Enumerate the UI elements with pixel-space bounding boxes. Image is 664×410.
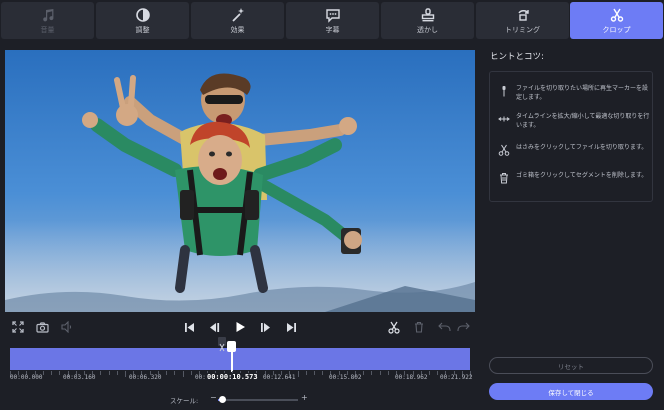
volume-button[interactable] — [60, 320, 74, 334]
play-button[interactable] — [233, 320, 247, 334]
ruler-tick — [437, 371, 439, 375]
video-preview — [5, 50, 475, 312]
trash-icon — [415, 321, 423, 333]
ruler-tick — [371, 371, 373, 375]
next-frame-button[interactable] — [258, 320, 272, 334]
redo-button[interactable] — [456, 320, 470, 334]
tab-label: 調整 — [135, 26, 150, 34]
fullscreen-icon — [12, 321, 24, 333]
music-note-icon — [42, 9, 53, 22]
zoom-out-button[interactable]: − — [210, 393, 217, 402]
camera-icon — [35, 321, 49, 333]
ruler-tick — [379, 371, 381, 375]
ruler-tick — [182, 371, 184, 377]
previous-frame-button[interactable] — [207, 320, 221, 334]
ruler-tick — [190, 371, 192, 375]
scissors-icon — [219, 343, 225, 352]
tab-label: クロップ — [602, 26, 631, 34]
scissors-icon — [388, 321, 400, 334]
hint-text: タイムラインを拡大/縮小して最適な切り取りを行います。 — [516, 113, 650, 129]
contrast-icon — [135, 8, 150, 22]
snapshot-button[interactable] — [35, 320, 49, 334]
tick-label: 00:06.320 — [129, 374, 162, 381]
fullscreen-button[interactable] — [11, 320, 25, 334]
hint-item: ファイルを切り取りたい場所に再生マーカーを設定します。 — [498, 85, 653, 102]
scale-label: スケール: — [170, 397, 199, 405]
ruler-tick — [313, 371, 315, 375]
hint-text: ファイルを切り取りたい場所に再生マーカーを設定します。 — [516, 85, 649, 101]
hint-item: はさみをクリックしてファイルを切り取ります。 — [498, 144, 653, 156]
ruler-tick — [51, 371, 53, 375]
tab-subtitles[interactable]: 字幕 — [286, 2, 379, 39]
playhead-handle[interactable] — [227, 341, 237, 352]
scissors-icon — [610, 8, 623, 22]
skydivers-photo — [5, 50, 475, 312]
ruler-tick — [297, 371, 299, 377]
tab-watermark[interactable]: 透かし — [381, 2, 474, 39]
tab-label: トリミング — [505, 26, 540, 34]
tick-label: 00:12.641 — [263, 374, 296, 381]
skip-forward-icon — [286, 322, 296, 332]
ruler-tick — [174, 371, 176, 375]
magic-wand-icon — [231, 8, 244, 22]
hints-title: ヒントとコツ: — [490, 52, 544, 62]
expand-arrows-icon — [498, 116, 510, 122]
tab-label: 字幕 — [325, 26, 340, 34]
ruler-tick — [108, 371, 110, 375]
trash-icon — [500, 173, 508, 184]
tick-label: 00:03.160 — [63, 374, 96, 381]
skip-back-icon — [184, 322, 194, 332]
frame-back-icon — [209, 322, 219, 332]
scale-slider[interactable] — [218, 399, 298, 401]
ruler-tick — [59, 371, 61, 375]
ruler-tick — [125, 371, 126, 377]
scissors-icon — [498, 144, 510, 156]
crop-rotate-icon — [517, 10, 529, 21]
hint-item: タイムラインを拡大/縮小して最適な切り取りを行います。 — [498, 113, 653, 130]
redo-icon — [456, 322, 470, 331]
ruler-tick — [322, 371, 324, 375]
tab-volume[interactable]: 音量 — [1, 2, 94, 39]
undo-button[interactable] — [437, 320, 451, 334]
ruler-tick — [305, 371, 307, 375]
ruler-tick — [387, 371, 389, 375]
tick-label: 00:00.000 — [10, 374, 43, 381]
tab-effects[interactable]: 効果 — [191, 2, 284, 39]
hint-item: ゴミ箱をクリックしてセグメントを削除します。 — [498, 172, 653, 184]
tab-trim[interactable]: トリミング — [476, 2, 569, 39]
cut-button[interactable] — [387, 320, 401, 334]
pin-icon — [502, 86, 506, 97]
cut-marker[interactable] — [218, 337, 226, 352]
ruler-tick — [363, 371, 365, 375]
ruler-tick — [428, 371, 430, 375]
timeline-track[interactable] — [10, 348, 470, 370]
tick-label: 00:15.802 — [329, 374, 362, 381]
tab-label: 音量 — [40, 26, 55, 34]
save-and-close-button[interactable]: 保存して閉じる — [489, 383, 653, 400]
toolbar: 音量 調整 効果 字幕 透かし トリミング クロップ — [0, 0, 664, 42]
hint-text: ゴミ箱をクリックしてセグメントを削除します。 — [516, 172, 648, 179]
tab-label: 透かし — [417, 26, 438, 34]
ruler-tick — [100, 371, 102, 375]
frame-forward-icon — [260, 322, 270, 332]
delete-button[interactable] — [412, 320, 426, 334]
current-time: 00:00:10.573 — [205, 373, 260, 381]
speaker-icon — [61, 321, 71, 333]
hint-text: はさみをクリックしてファイルを切り取ります。 — [516, 144, 648, 151]
tab-adjust[interactable]: 調整 — [96, 2, 189, 39]
reset-button[interactable]: リセット — [489, 357, 653, 374]
skip-to-end-button[interactable] — [284, 320, 298, 334]
zoom-in-button[interactable]: + — [301, 393, 308, 402]
tab-crop[interactable]: クロップ — [570, 2, 663, 39]
stamp-icon — [421, 8, 434, 22]
tick-label: 00:21.922 — [440, 374, 473, 381]
tick-label: 00:18.962 — [395, 374, 428, 381]
tab-label: 効果 — [230, 26, 245, 34]
skip-to-start-button[interactable] — [182, 320, 196, 334]
ruler-tick — [116, 371, 118, 375]
ruler-tick — [166, 371, 168, 375]
speech-bubble-icon — [325, 9, 340, 23]
undo-icon — [437, 322, 451, 331]
play-icon — [236, 322, 245, 332]
